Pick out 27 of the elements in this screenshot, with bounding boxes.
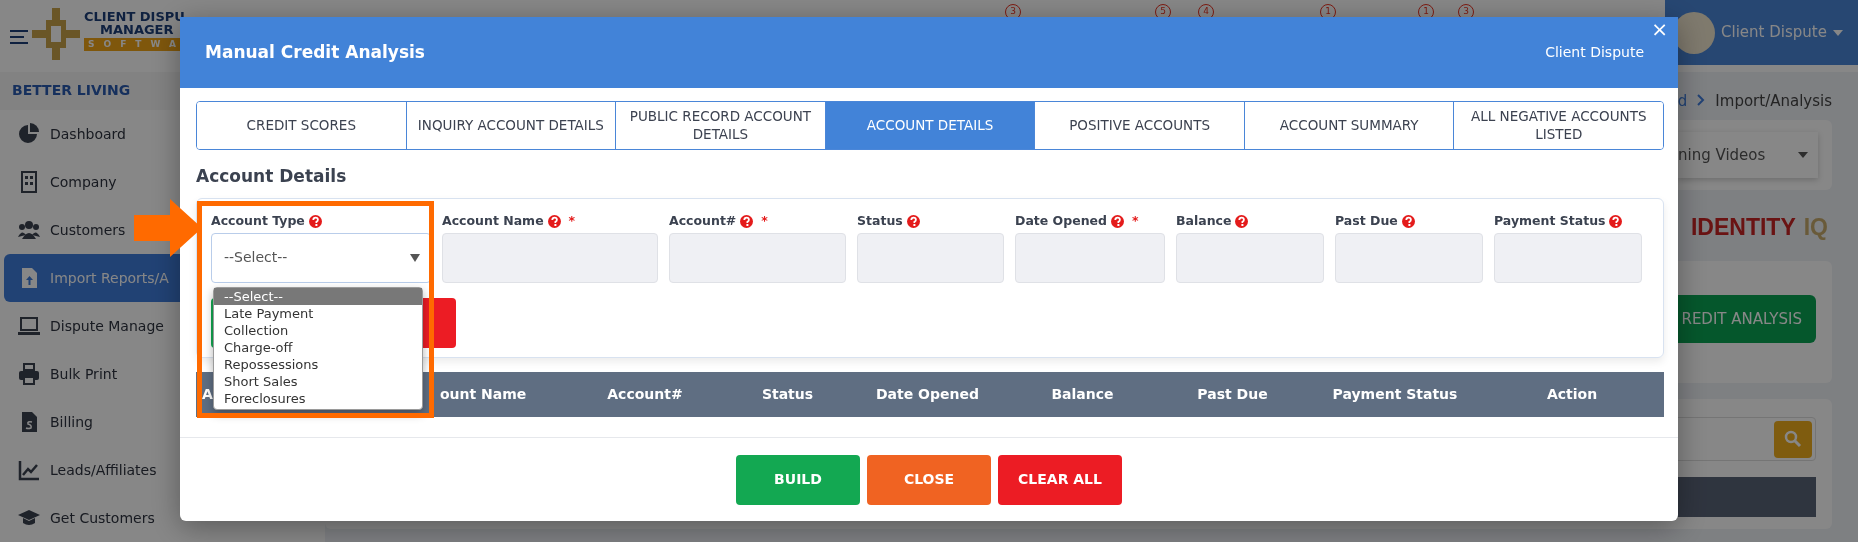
field-label: Account Name — [442, 212, 544, 231]
required-marker: * — [1132, 212, 1139, 231]
column-header: A — [202, 385, 213, 402]
field-label: Account Type — [211, 212, 305, 231]
modal-title: Manual Credit Analysis — [205, 40, 425, 64]
field-label: Account# — [669, 212, 737, 231]
required-marker: * — [568, 212, 576, 231]
column-header: Payment Status — [1332, 385, 1458, 402]
column-header: Action — [1546, 385, 1598, 402]
column-header: Balance — [1051, 385, 1114, 402]
logo-text: MANAGER — [99, 23, 175, 36]
required-marker: * — [761, 212, 768, 231]
brand-title: IQ — [1803, 216, 1828, 239]
column-header: Account# — [607, 385, 683, 402]
modal-subtitle: Client Dispute — [1545, 43, 1644, 62]
field-label: Payment Status — [1494, 212, 1606, 231]
brand-title: IDENTITY — [1690, 216, 1796, 239]
field-label: Date Opened — [1015, 212, 1107, 231]
field-label: Balance — [1176, 212, 1232, 231]
column-header: Status — [761, 385, 814, 402]
field-label: Past Due — [1335, 212, 1398, 231]
column-header: Past Due — [1197, 385, 1268, 402]
column-header: Date Opened — [876, 385, 979, 402]
field-label: Status — [857, 212, 903, 231]
section-title: Account Details — [196, 165, 348, 188]
column-header: ount Name — [440, 385, 527, 402]
logo-text: CLIENT DISPU — [84, 10, 186, 23]
